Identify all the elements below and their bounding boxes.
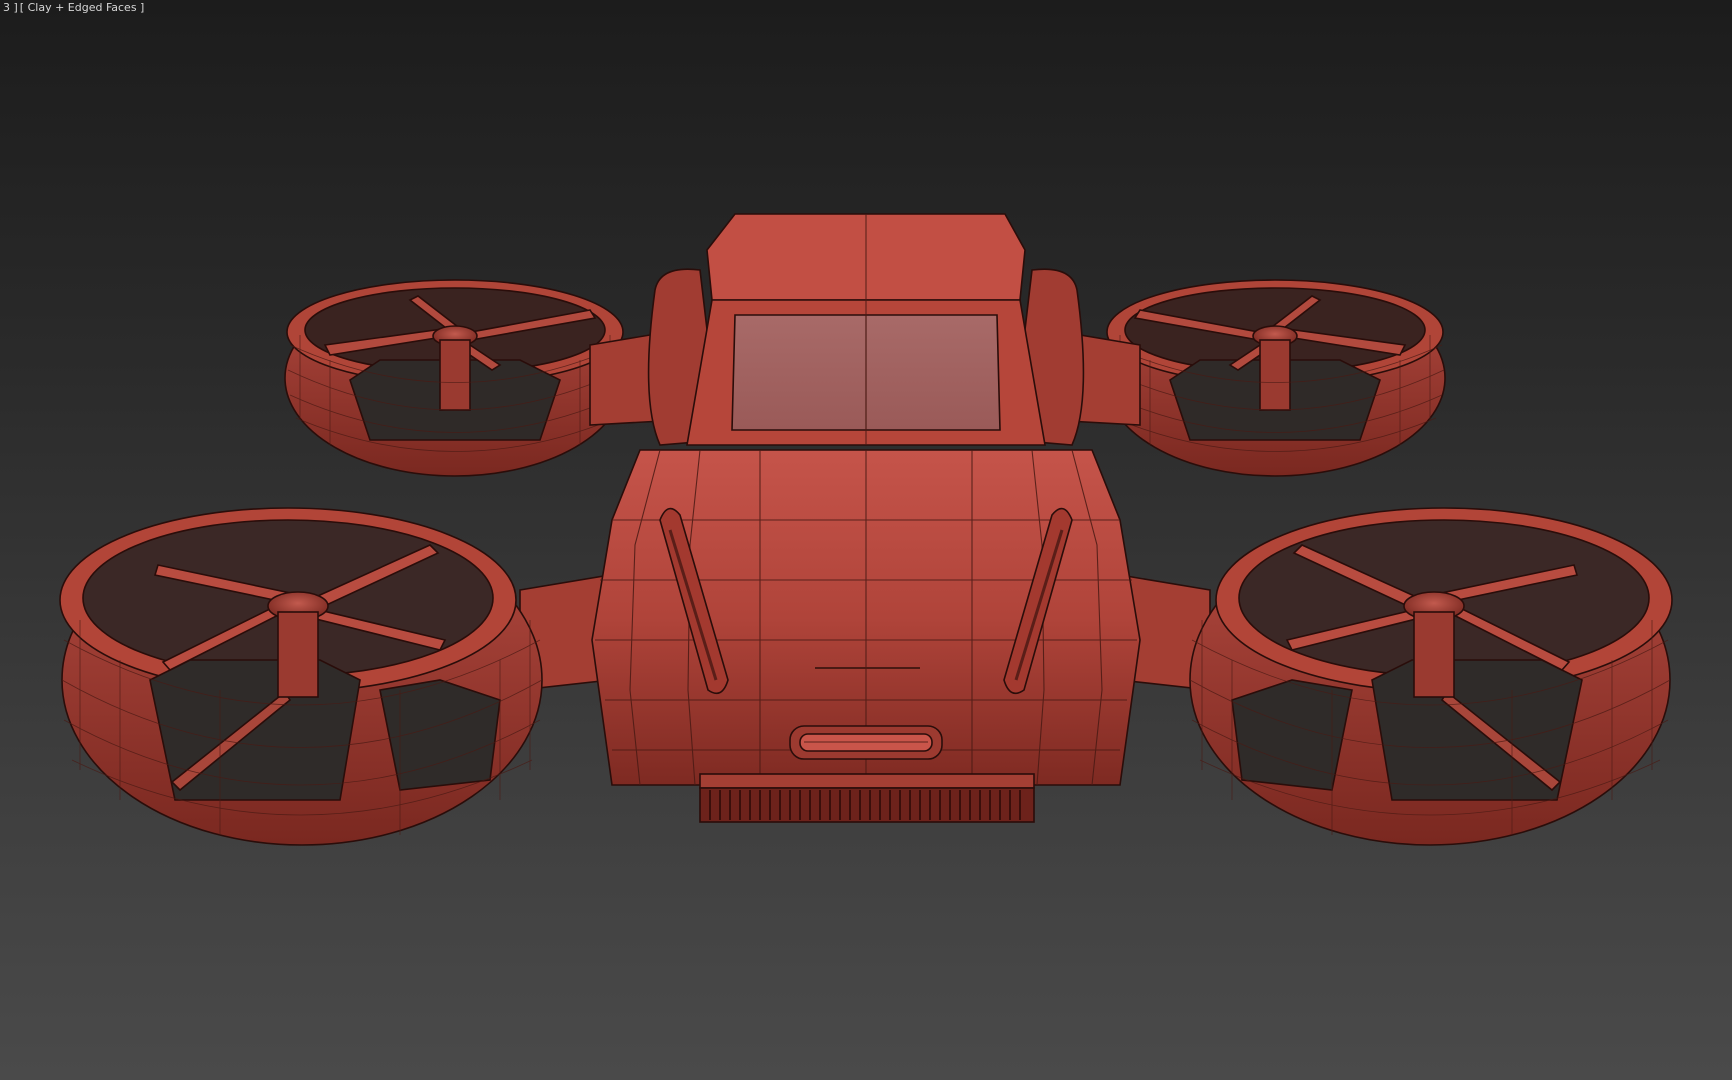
drone-model-render <box>59 213 1673 846</box>
rotor-front-right <box>1189 507 1673 846</box>
front-grille <box>699 773 1035 823</box>
rotor-back-left <box>284 279 626 477</box>
front-light <box>789 725 943 760</box>
drone-body <box>591 213 1141 823</box>
3d-viewport[interactable]: 3 ][ Clay + Edged Faces ] <box>0 0 1732 1080</box>
rotor-back-right <box>1104 279 1446 477</box>
rotor-front-left <box>59 507 543 846</box>
